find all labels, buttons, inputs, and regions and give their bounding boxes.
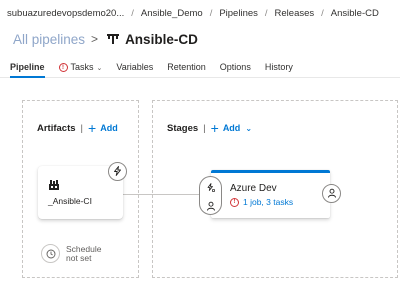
stage-status-label: 1 job, 3 tasks [243,197,294,207]
header-divider: | [80,122,84,134]
tab-retention[interactable]: Retention [167,56,206,78]
tab-pipeline[interactable]: Pipeline [10,56,45,78]
approver-icon [327,185,337,203]
schedule-trigger[interactable]: Schedule not set [41,244,101,263]
plus-icon: + [210,120,219,136]
artifact-name: _Ansible-CI [48,196,92,206]
page-title: Ansible-CD [125,31,198,47]
page-title-row: All pipelines > Ansible-CD [13,29,198,49]
approver-icon [206,198,216,216]
stages-title: Stages [167,122,199,134]
stage-name: Azure Dev [230,183,277,194]
tab-tasks[interactable]: ! Tasks ⌄ [58,56,103,78]
breadcrumb-organization[interactable]: subuazuredevopsdemo20... [7,8,124,19]
stage-tasks-link[interactable]: ! 1 job, 3 tasks [230,197,293,207]
tab-options-label: Options [219,62,251,72]
breadcrumb-releases[interactable]: Releases [275,8,315,19]
post-deployment-approvals-button[interactable] [322,184,341,203]
warning-icon: ! [58,63,68,72]
add-stage-label: Add [222,123,241,133]
schedule-status: Schedule not set [66,244,101,263]
artifacts-header: Artifacts | + Add [37,121,118,135]
error-icon: ! [230,197,239,207]
tab-retention-label: Retention [167,62,206,72]
build-pipeline-icon [48,178,60,190]
breadcrumb-separator: / [131,7,134,19]
tab-history[interactable]: History [265,56,293,78]
schedule-value: not set [66,252,92,263]
breadcrumb-project[interactable]: Ansible_Demo [141,8,203,19]
breadcrumb-separator: / [209,7,213,19]
breadcrumb-separator: / [321,7,324,19]
tab-history-label: History [264,62,293,72]
breadcrumb-pipelines[interactable]: Pipelines [219,8,258,19]
lightning-icon [113,163,122,181]
add-artifact-button[interactable]: + Add [88,121,118,135]
pre-deployment-conditions-button[interactable] [199,176,222,215]
stage-card[interactable]: Azure Dev ! 1 job, 3 tasks [211,170,330,218]
breadcrumb-separator: / [264,7,268,19]
release-pipeline-icon [106,32,120,46]
pipeline-connector [123,194,211,195]
tab-variables[interactable]: Variables [116,56,153,78]
continuous-deployment-trigger-button[interactable] [108,162,127,181]
tab-tasks-label: Tasks [70,62,94,72]
tab-pipeline-label: Pipeline [10,62,45,72]
plus-icon: + [88,120,97,136]
add-artifact-label: Add [100,123,118,133]
chevron-down-icon: ⌄ [245,123,253,133]
all-pipelines-link[interactable]: All pipelines [13,32,85,47]
stages-header: Stages | + Add ⌄ [167,121,252,135]
artifacts-title: Artifacts [37,122,76,134]
breadcrumb: subuazuredevopsdemo20... / Ansible_Demo … [0,0,400,26]
header-divider: | [203,122,206,134]
chevron-down-icon: ⌄ [96,65,103,72]
pipeline-tabs: Pipeline ! Tasks ⌄ Variables Retention O… [0,56,400,78]
tab-options[interactable]: Options [220,56,251,78]
breadcrumb-current-pipeline[interactable]: Ansible-CD [331,8,379,19]
tab-variables-label: Variables [116,62,154,72]
chevron-right-icon: > [91,32,99,46]
clock-icon [41,244,60,263]
lightning-person-icon [206,180,216,198]
add-stage-button[interactable]: + Add ⌄ [211,121,252,135]
